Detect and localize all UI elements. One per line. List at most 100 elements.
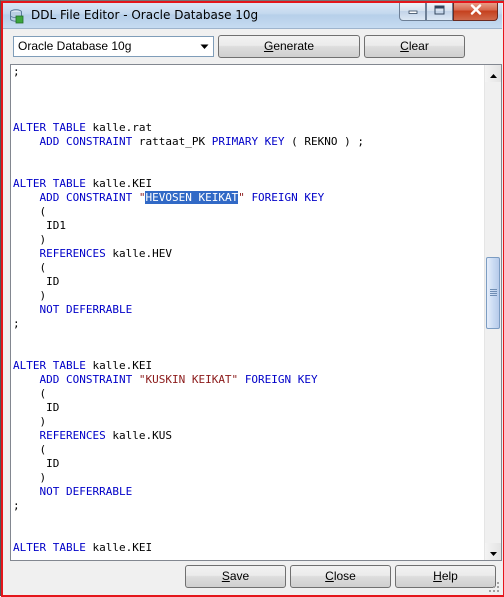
code-line: ( <box>13 261 486 275</box>
sql-keyword: REFERENCES <box>39 429 106 442</box>
sql-keyword: ALTER TABLE <box>13 541 86 554</box>
code-line: ( <box>13 205 486 219</box>
generate-button-label: Generate <box>264 39 314 53</box>
database-select-value: Oracle Database 10g <box>18 39 132 53</box>
generate-button[interactable]: Generate <box>218 35 360 58</box>
code-line: ; <box>13 65 486 79</box>
code-text: ( <box>13 205 47 218</box>
close-button[interactable]: Close <box>290 565 391 588</box>
mnemonic-letter: H <box>433 569 442 583</box>
ddl-text-editor[interactable]: ; ALTER TABLE kalle.rat ADD CONSTRAINT ra… <box>10 64 502 561</box>
code-line: ID <box>13 275 486 289</box>
code-line: ) <box>13 289 486 303</box>
mnemonic-letter: S <box>221 569 230 583</box>
sql-keyword: ADD CONSTRAINT <box>39 135 133 148</box>
maximize-icon <box>434 4 445 18</box>
code-line: ( <box>13 387 486 401</box>
code-text: kalle.KEI <box>85 541 153 554</box>
code-text: ID <box>13 275 60 288</box>
sql-keyword: ADD CONSTRAINT <box>39 373 133 386</box>
code-line: ALTER TABLE kalle.KEI <box>13 177 486 191</box>
code-text: ) <box>13 471 47 484</box>
minimize-button[interactable] <box>399 2 426 21</box>
sql-keyword: FOREIGN KEY <box>244 373 318 386</box>
mnemonic-letter: C <box>325 569 334 583</box>
title-bar[interactable]: DDL File Editor - Oracle Database 10g <box>2 2 502 29</box>
code-text: ; <box>13 65 20 78</box>
sql-keyword: FOREIGN KEY <box>251 191 325 204</box>
code-text: ; <box>13 499 20 512</box>
code-line: ; <box>13 499 486 513</box>
code-text: kalle.KEI <box>85 177 153 190</box>
code-text: rattaat_PK <box>132 135 212 148</box>
scroll-up-arrow-icon <box>489 67 497 81</box>
code-text: ( <box>13 443 47 456</box>
code-text: kalle.KUS <box>105 429 172 442</box>
clear-button-label: Clear <box>400 39 429 53</box>
code-line: NOT DEFERRABLE <box>13 485 486 499</box>
code-line: REFERENCES kalle.HEV <box>13 247 486 261</box>
code-line: ) <box>13 233 486 247</box>
resize-grip-icon[interactable] <box>488 581 500 593</box>
scroll-down-button[interactable] <box>485 543 501 560</box>
code-line: ID <box>13 457 486 471</box>
sql-keyword: ALTER TABLE <box>13 121 86 134</box>
scroll-up-button[interactable] <box>485 65 501 82</box>
sql-keyword: ALTER TABLE <box>13 359 86 372</box>
database-select[interactable]: Oracle Database 10g <box>13 36 214 57</box>
scrollbar-thumb[interactable] <box>486 257 500 330</box>
code-text: ID <box>13 401 60 414</box>
scroll-down-arrow-icon <box>489 545 497 559</box>
code-line: ; <box>13 317 486 331</box>
vertical-scrollbar[interactable] <box>484 65 501 560</box>
close-window-button[interactable] <box>453 2 498 21</box>
code-line: ADD CONSTRAINT "KUSKIN KEIKAT" FOREIGN K… <box>13 373 486 387</box>
clear-button[interactable]: Clear <box>364 35 465 58</box>
help-button-label: Help <box>433 569 458 583</box>
sql-keyword: PRIMARY KEY <box>211 135 285 148</box>
code-text: ) <box>13 415 47 428</box>
code-line: ADD CONSTRAINT "HEVOSEN KEIKAT" FOREIGN … <box>13 191 486 205</box>
label-rest: enerate <box>273 39 315 53</box>
ddl-editor-window: DDL File Editor - Oracle Database 10g Or <box>0 0 504 597</box>
code-text: ( REKNO ) ; <box>284 135 365 148</box>
code-line: ADD CONSTRAINT rattaat_PK PRIMARY KEY ( … <box>13 135 486 149</box>
toolbar: Oracle Database 10g Generate Clear <box>2 29 502 63</box>
sql-keyword: REFERENCES <box>39 247 106 260</box>
label-rest: lose <box>333 569 356 583</box>
window-title: DDL File Editor - Oracle Database 10g <box>31 8 259 22</box>
label-rest: lear <box>408 39 429 53</box>
code-text: ) <box>13 233 47 246</box>
code-line: ) <box>13 471 486 485</box>
sql-string: "KUSKIN KEIKAT" <box>138 373 239 386</box>
maximize-button[interactable] <box>426 2 453 21</box>
code-line: ( <box>13 443 486 457</box>
close-button-label: Close <box>325 569 356 583</box>
code-line: ALTER TABLE kalle.rat <box>13 121 486 135</box>
sql-keyword: ALTER TABLE <box>13 177 86 190</box>
code-text: kalle.rat <box>85 121 153 134</box>
sql-keyword: NOT DEFERRABLE <box>39 303 133 316</box>
save-button-label: Save <box>222 569 249 583</box>
help-button[interactable]: Help <box>395 565 496 588</box>
code-line: NOT DEFERRABLE <box>13 303 486 317</box>
ddl-code-area[interactable]: ; ALTER TABLE kalle.rat ADD CONSTRAINT ra… <box>12 65 486 560</box>
chevron-down-icon[interactable] <box>198 40 211 53</box>
save-button[interactable]: Save <box>185 565 286 588</box>
code-line: ID1 <box>13 219 486 233</box>
sql-keyword: ADD CONSTRAINT <box>39 191 133 204</box>
minimize-icon <box>408 4 418 18</box>
